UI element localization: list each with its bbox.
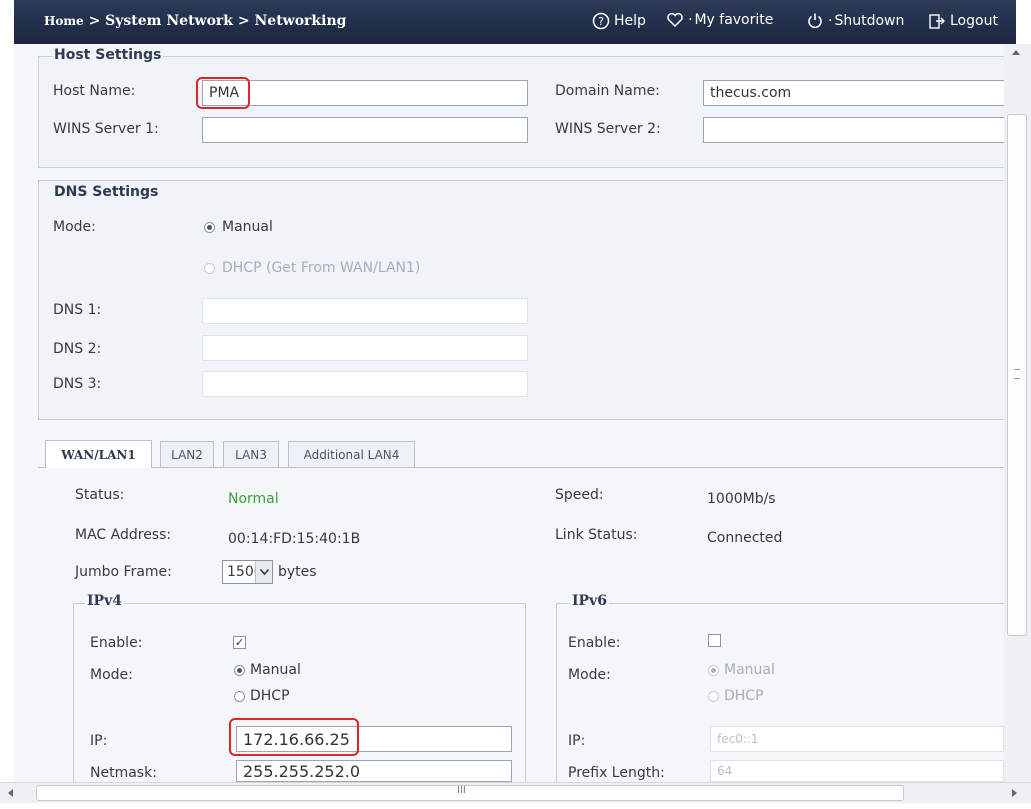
ipv4-panel <box>73 603 526 784</box>
jumbo-frame-select[interactable]: 1500 <box>222 560 273 584</box>
grip-icon: III <box>457 785 466 796</box>
status-label: Status: <box>75 487 125 503</box>
dns-mode-manual-label: Manual <box>222 219 273 235</box>
highlight-box <box>229 718 359 756</box>
scroll-left-icon[interactable] <box>8 789 13 797</box>
wins-server-2-label: WINS Server 2: <box>555 121 661 137</box>
favorite-link[interactable]: · My favorite <box>666 12 773 28</box>
help-icon: ? <box>592 12 610 30</box>
host-name-label: Host Name: <box>53 83 136 99</box>
tab-lan3[interactable]: LAN3 <box>223 441 279 467</box>
speed-value: 1000Mb/s <box>707 491 776 507</box>
mac-address-value: 00:14:FD:15:40:1B <box>228 531 361 547</box>
breadcrumb-home[interactable]: Home <box>44 14 84 28</box>
breadcrumb-separator: > <box>237 13 250 29</box>
breadcrumb-separator: > <box>88 13 101 29</box>
dns2-label: DNS 2: <box>53 341 102 357</box>
highlight-box <box>196 77 250 109</box>
favorite-label: My favorite <box>694 12 774 28</box>
dns-settings-title: DNS Settings <box>52 184 161 200</box>
ipv4-enable-checkbox[interactable]: ✓ <box>233 636 246 649</box>
logout-label: Logout <box>950 13 998 29</box>
help-link[interactable]: ? Help <box>592 12 646 30</box>
jumbo-frame-label: Jumbo Frame: <box>75 564 172 580</box>
breadcrumb-section[interactable]: System Network <box>105 13 233 29</box>
link-status-label: Link Status: <box>555 527 638 543</box>
horizontal-scrollbar[interactable]: III <box>0 782 1031 803</box>
jumbo-frame-unit: bytes <box>278 564 317 580</box>
help-label: Help <box>614 13 646 29</box>
scroll-up-icon[interactable] <box>1012 50 1020 55</box>
ipv4-mode-label: Mode: <box>90 667 133 683</box>
ipv6-mode-dhcp-radio[interactable] <box>708 691 719 702</box>
scroll-right-icon[interactable] <box>1012 789 1017 797</box>
ipv6-enable-label: Enable: <box>568 635 621 651</box>
heart-icon <box>666 12 684 28</box>
chevron-down-icon[interactable] <box>255 561 272 583</box>
status-value: Normal <box>228 491 279 507</box>
ipv6-mode-dhcp-label: DHCP <box>724 688 764 704</box>
host-settings-title: Host Settings <box>52 47 164 63</box>
breadcrumb-page: Networking <box>254 13 347 29</box>
tab-lan2[interactable]: LAN2 <box>160 441 214 467</box>
dns2-input[interactable] <box>202 335 528 361</box>
grip-icon <box>1014 369 1020 379</box>
link-status-value: Connected <box>707 530 783 546</box>
wins-server-1-input[interactable] <box>202 117 528 143</box>
domain-name-label: Domain Name: <box>555 83 660 99</box>
ipv4-enable-label: Enable: <box>90 635 143 651</box>
ipv6-mode-manual-label: Manual <box>724 662 775 678</box>
wins-server-1-label: WINS Server 1: <box>53 121 159 137</box>
ipv4-netmask-input[interactable] <box>236 760 512 782</box>
logout-icon <box>928 12 946 30</box>
dns3-label: DNS 3: <box>53 376 102 392</box>
ipv6-panel <box>556 603 1008 784</box>
dns1-input[interactable] <box>202 298 528 324</box>
logout-link[interactable]: Logout <box>928 12 998 30</box>
ipv4-ip-label: IP: <box>90 733 108 749</box>
tab-additional-lan4[interactable]: Additional LAN4 <box>288 441 415 467</box>
ipv4-mode-manual-radio[interactable] <box>234 665 245 676</box>
dns1-label: DNS 1: <box>53 302 102 318</box>
ipv6-prefix-length-input[interactable] <box>710 760 1004 782</box>
dns-mode-dhcp-radio[interactable] <box>204 263 215 274</box>
breadcrumb: Home > System Network > Networking <box>44 13 346 29</box>
tab-wan-lan1[interactable]: WAN/LAN1 <box>45 440 152 468</box>
host-name-input[interactable] <box>202 80 528 106</box>
dns-mode-label: Mode: <box>53 219 96 235</box>
dns3-input[interactable] <box>202 371 528 397</box>
domain-name-input[interactable] <box>703 80 1008 106</box>
ipv4-mode-dhcp-label: DHCP <box>250 688 290 704</box>
dropdown-dot-icon: · <box>688 12 693 28</box>
ipv4-netmask-label: Netmask: <box>90 765 157 781</box>
ipv6-enable-checkbox[interactable] <box>708 634 721 647</box>
shutdown-label: Shutdown <box>834 13 905 29</box>
top-bar: Home > System Network > Networking ? Hel… <box>14 0 1016 44</box>
power-icon <box>806 12 824 30</box>
horizontal-scroll-thumb[interactable]: III <box>36 785 904 801</box>
ipv6-mode-manual-radio[interactable] <box>708 665 719 676</box>
dropdown-dot-icon: · <box>828 13 833 29</box>
ipv4-mode-dhcp-radio[interactable] <box>234 691 245 702</box>
ipv4-title: IPv4 <box>85 593 124 609</box>
ipv6-title: IPv6 <box>570 593 609 609</box>
mac-address-label: MAC Address: <box>75 527 172 543</box>
ipv6-mode-label: Mode: <box>568 667 611 683</box>
ipv6-ip-input[interactable] <box>710 726 1004 752</box>
dns-mode-dhcp-label: DHCP (Get From WAN/LAN1) <box>222 260 421 276</box>
svg-text:?: ? <box>598 15 604 28</box>
speed-label: Speed: <box>555 487 604 503</box>
host-settings-panel <box>38 56 1008 168</box>
ipv4-mode-manual-label: Manual <box>250 662 301 678</box>
wins-server-2-input[interactable] <box>703 117 1008 143</box>
dns-mode-manual-radio[interactable] <box>204 222 215 233</box>
ipv6-prefix-length-label: Prefix Length: <box>568 765 665 781</box>
ipv6-ip-label: IP: <box>568 733 586 749</box>
vertical-scroll-thumb[interactable] <box>1007 114 1027 636</box>
shutdown-link[interactable]: · Shutdown <box>806 12 904 30</box>
vertical-scrollbar[interactable] <box>1004 44 1031 784</box>
